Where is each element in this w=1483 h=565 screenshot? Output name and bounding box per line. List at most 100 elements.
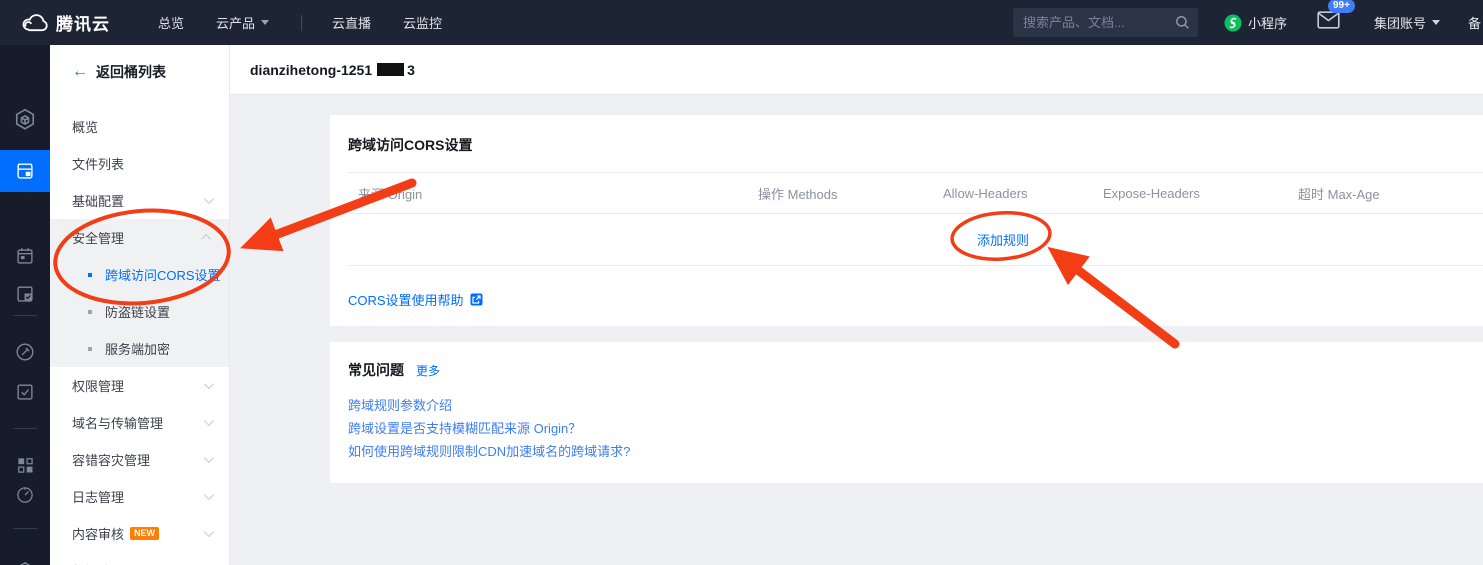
cors-settings-card: 跨域访问CORS设置 来源 Origin 操作 Methods Allow-He… — [330, 115, 1483, 326]
cors-help-link[interactable]: CORS设置使用帮助 — [348, 290, 464, 309]
nav-cloud-products[interactable]: 云产品 — [216, 13, 269, 32]
miniprogram-icon — [1224, 14, 1242, 32]
apps-grid-icon[interactable] — [0, 455, 50, 475]
content-area: 跨域访问CORS设置 来源 Origin 操作 Methods Allow-He… — [330, 115, 1483, 483]
cors-help-row: CORS设置使用帮助 — [348, 290, 1483, 308]
sidebar-item-server-encryption[interactable]: 服务端加密 — [50, 330, 229, 367]
sidebar-item-label: 容错容灾管理 — [72, 450, 150, 469]
bucket-name-title: dianzihetong-1251 3 — [250, 62, 415, 78]
bucket-sidebar: 返回桶列表 概览 文件列表 基础配置 安全管理 跨域访问CORS设置 防盗链设置… — [50, 45, 230, 565]
miniprogram-label: 小程序 — [1248, 13, 1287, 32]
main-content: dianzihetong-1251 3 跨域访问CORS设置 来源 Origin… — [230, 45, 1483, 565]
nav-beian[interactable]: 备 — [1468, 13, 1481, 32]
chevron-down-icon — [204, 490, 214, 500]
search-icon[interactable] — [1175, 15, 1190, 30]
bullet-icon — [88, 310, 92, 314]
sidebar-item-basic-config[interactable]: 基础配置 — [50, 182, 229, 219]
faq-link-cors-params[interactable]: 跨域规则参数介绍 — [348, 394, 1483, 417]
faq-card: 常见问题 更多 跨域规则参数介绍 跨域设置是否支持模糊匹配来源 Origin？ … — [330, 342, 1483, 483]
sidebar-item-label: 数据处理 — [72, 561, 124, 565]
sidebar-item-label: 文件列表 — [72, 154, 124, 173]
col-methods: 操作 Methods — [748, 184, 933, 203]
sidebar-item-file-list[interactable]: 文件列表 — [50, 145, 229, 182]
brand-name: 腾讯云 — [56, 10, 110, 35]
faq-title-row: 常见问题 更多 — [348, 360, 1483, 380]
back-to-bucket-list[interactable]: 返回桶列表 — [50, 45, 229, 99]
icon-rail — [0, 45, 50, 565]
sidebar-item-cors-settings[interactable]: 跨域访问CORS设置 — [50, 256, 229, 293]
sidebar-item-security-mgmt[interactable]: 安全管理 — [50, 219, 229, 256]
chevron-down-icon — [204, 453, 214, 463]
rail-bucket-active-icon[interactable] — [0, 150, 50, 192]
faq-links: 跨域规则参数介绍 跨域设置是否支持模糊匹配来源 Origin？ 如何使用跨域规则… — [348, 394, 1483, 463]
chevron-down-icon — [204, 527, 214, 537]
faq-link-fuzzy-origin[interactable]: 跨域设置是否支持模糊匹配来源 Origin？ — [348, 417, 1483, 440]
sidebar-item-label: 日志管理 — [72, 487, 124, 506]
miniprogram-entry[interactable]: 小程序 — [1224, 13, 1287, 32]
rail-divider — [13, 315, 37, 316]
cors-table-header: 来源 Origin 操作 Methods Allow-Headers Expos… — [348, 172, 1483, 214]
account-menu[interactable]: 集团账号 — [1374, 13, 1440, 32]
page-header: dianzihetong-1251 3 — [230, 45, 1483, 95]
sidebar-item-fault-tolerance[interactable]: 容错容灾管理 — [50, 441, 229, 478]
bucket-name-prefix: dianzihetong-1251 — [250, 62, 372, 78]
empty-rules-row: 添加规则 — [348, 214, 1483, 266]
calendar-icon[interactable] — [0, 245, 50, 267]
col-origin: 来源 Origin — [348, 184, 748, 203]
back-label: 返回桶列表 — [96, 62, 166, 82]
mail-count-badge: 99+ — [1328, 0, 1355, 13]
top-nav-items: 总览 云产品 云直播 云监控 — [158, 13, 474, 32]
chevron-down-icon — [1432, 20, 1440, 25]
media-review-icon[interactable] — [0, 283, 50, 305]
nav-live[interactable]: 云直播 — [332, 13, 371, 32]
chevron-down-icon — [204, 379, 214, 389]
account-label: 集团账号 — [1374, 13, 1426, 32]
rail-divider — [13, 428, 37, 429]
sidebar-item-label: 服务端加密 — [105, 339, 170, 358]
rail-divider — [13, 528, 37, 529]
sidebar-item-label: 安全管理 — [72, 228, 124, 247]
faq-link-cdn-restrict[interactable]: 如何使用跨域规则限制CDN加速域名的跨域请求? — [348, 440, 1483, 463]
tencent-cloud-logo[interactable]: 腾讯云 — [16, 10, 110, 35]
monitor-gauge-icon[interactable] — [0, 485, 50, 505]
tools-icon[interactable] — [0, 341, 50, 363]
faq-title: 常见问题 — [348, 360, 404, 380]
faq-more-link[interactable]: 更多 — [416, 362, 440, 379]
sidebar-menu: 概览 文件列表 基础配置 安全管理 跨域访问CORS设置 防盗链设置 服务端加密… — [50, 108, 229, 565]
sidebar-item-overview[interactable]: 概览 — [50, 108, 229, 145]
cos-service-icon[interactable] — [0, 107, 50, 133]
chevron-down-icon — [204, 194, 214, 204]
sidebar-item-domain-transfer[interactable]: 域名与传输管理 — [50, 404, 229, 441]
sidebar-item-permission-mgmt[interactable]: 权限管理 — [50, 367, 229, 404]
sidebar-item-label: 防盗链设置 — [105, 302, 170, 321]
mail-entry[interactable]: 99+ — [1317, 11, 1340, 34]
sidebar-item-label: 基础配置 — [72, 191, 124, 210]
cors-card-title: 跨域访问CORS设置 — [348, 135, 1483, 155]
nav-cloud-products-label: 云产品 — [216, 13, 255, 32]
sidebar-item-log-mgmt[interactable]: 日志管理 — [50, 478, 229, 515]
top-navbar: 腾讯云 总览 云产品 云直播 云监控 小程序 — [0, 0, 1483, 45]
add-rule-button[interactable]: 添加规则 — [977, 230, 1029, 249]
sidebar-item-hotlink-protection[interactable]: 防盗链设置 — [50, 293, 229, 330]
nav-divider — [301, 15, 302, 31]
globe-cube-icon[interactable] — [0, 560, 50, 565]
search-box[interactable] — [1013, 8, 1198, 37]
chevron-down-icon — [204, 416, 214, 426]
cloud-logo-icon — [16, 12, 48, 34]
sidebar-item-label: 内容审核 — [72, 524, 124, 543]
cors-rules-table: 来源 Origin 操作 Methods Allow-Headers Expos… — [348, 172, 1483, 266]
search-input[interactable] — [1023, 15, 1175, 30]
sidebar-item-label: 跨域访问CORS设置 — [105, 265, 221, 284]
bullet-icon — [88, 347, 92, 351]
external-link-icon[interactable] — [470, 293, 483, 306]
mail-icon — [1317, 11, 1340, 29]
nav-overview[interactable]: 总览 — [158, 13, 184, 32]
sidebar-item-data-processing[interactable]: 数据处理 — [50, 552, 229, 565]
sidebar-item-content-review[interactable]: 内容审核NEW — [50, 515, 229, 552]
sidebar-item-label: 概览 — [72, 117, 98, 136]
nav-monitor[interactable]: 云监控 — [403, 13, 442, 32]
col-expose-headers: Expose-Headers — [1093, 186, 1288, 201]
bucket-name-suffix: 3 — [407, 62, 415, 78]
sidebar-item-label: 权限管理 — [72, 376, 124, 395]
task-checkbox-icon[interactable] — [0, 381, 50, 403]
